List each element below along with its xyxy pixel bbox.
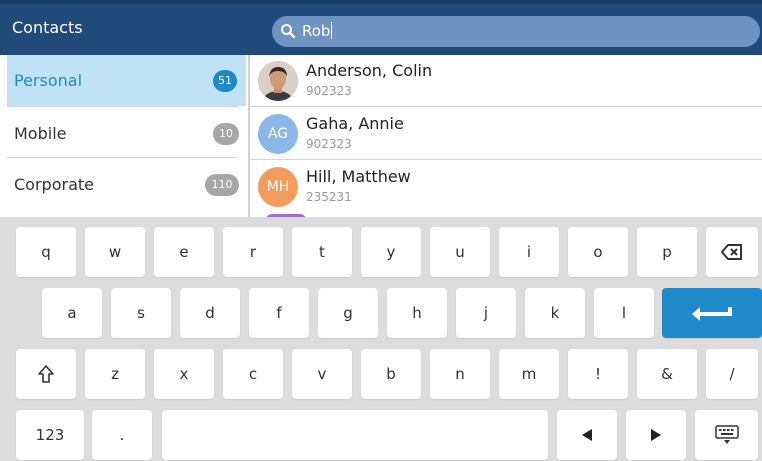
key-b[interactable]: b bbox=[361, 349, 421, 399]
divider bbox=[7, 157, 238, 158]
divider bbox=[250, 106, 762, 107]
shift-icon bbox=[38, 365, 54, 383]
cursor-left-key[interactable] bbox=[557, 410, 617, 460]
contact-number: 235231 bbox=[306, 190, 352, 204]
key-j[interactable]: j bbox=[456, 288, 516, 338]
avatar-initials: AG bbox=[258, 114, 298, 154]
search-icon bbox=[281, 24, 296, 39]
contact-name: Hill, Matthew bbox=[306, 167, 411, 186]
key-g[interactable]: g bbox=[318, 288, 378, 338]
key-n[interactable]: n bbox=[430, 349, 490, 399]
key-slash[interactable]: / bbox=[706, 349, 758, 399]
backspace-key[interactable] bbox=[706, 227, 758, 277]
key-k[interactable]: k bbox=[525, 288, 585, 338]
key-t[interactable]: t bbox=[292, 227, 352, 277]
key-i[interactable]: i bbox=[499, 227, 559, 277]
arrow-left-icon bbox=[582, 429, 592, 441]
arrow-right-icon bbox=[651, 429, 661, 441]
key-h[interactable]: h bbox=[387, 288, 447, 338]
key-d[interactable]: d bbox=[180, 288, 240, 338]
key-l[interactable]: l bbox=[594, 288, 654, 338]
keyboard-hide-icon bbox=[714, 425, 739, 444]
key-y[interactable]: y bbox=[361, 227, 421, 277]
category-label: Mobile bbox=[14, 124, 67, 143]
contact-row[interactable]: Anderson, Colin 902323 bbox=[250, 55, 762, 107]
key-x[interactable]: x bbox=[154, 349, 214, 399]
key-e[interactable]: e bbox=[154, 227, 214, 277]
key-c[interactable]: c bbox=[223, 349, 283, 399]
key-z[interactable]: z bbox=[85, 349, 145, 399]
category-personal[interactable]: Personal 51 bbox=[7, 55, 246, 106]
category-label: Corporate bbox=[14, 175, 94, 194]
contact-list: Anderson, Colin 902323 AG Gaha, Annie 90… bbox=[250, 55, 762, 217]
key-m[interactable]: m bbox=[499, 349, 559, 399]
key-p[interactable]: p bbox=[637, 227, 697, 277]
key-s[interactable]: s bbox=[111, 288, 171, 338]
key-v[interactable]: v bbox=[292, 349, 352, 399]
contact-number: 902323 bbox=[306, 84, 352, 98]
contact-name: Anderson, Colin bbox=[306, 61, 433, 80]
search-input[interactable]: Rob bbox=[302, 22, 333, 40]
person-photo-icon bbox=[258, 61, 298, 101]
key-a[interactable]: a bbox=[42, 288, 102, 338]
divider bbox=[250, 159, 762, 160]
header-bar: Contacts Rob bbox=[0, 0, 762, 55]
contact-number: 902323 bbox=[306, 137, 352, 151]
category-label: Personal bbox=[14, 71, 83, 90]
divider bbox=[7, 106, 238, 107]
page-title: Contacts bbox=[12, 18, 83, 37]
search-value: Rob bbox=[302, 22, 331, 40]
category-mobile[interactable]: Mobile 10 bbox=[7, 106, 246, 159]
category-corporate[interactable]: Corporate 110 bbox=[7, 157, 246, 210]
key-exclamation[interactable]: ! bbox=[568, 349, 628, 399]
count-badge: 110 bbox=[205, 174, 239, 196]
count-badge: 51 bbox=[213, 70, 237, 92]
numbers-key[interactable]: 123 bbox=[16, 410, 84, 460]
key-period[interactable]: . bbox=[92, 410, 152, 460]
key-o[interactable]: o bbox=[568, 227, 628, 277]
avatar-photo bbox=[258, 61, 298, 101]
cursor-right-key[interactable] bbox=[626, 410, 686, 460]
shift-key[interactable] bbox=[16, 349, 76, 399]
contact-name: Gaha, Annie bbox=[306, 114, 404, 133]
backspace-icon bbox=[721, 244, 742, 260]
key-u[interactable]: u bbox=[430, 227, 490, 277]
avatar-initials: MH bbox=[258, 167, 298, 207]
key-r[interactable]: r bbox=[223, 227, 283, 277]
key-ampersand[interactable]: & bbox=[637, 349, 697, 399]
contact-row[interactable]: MH Hill, Matthew 235231 bbox=[250, 161, 762, 213]
hide-keyboard-key[interactable] bbox=[695, 410, 758, 460]
space-key[interactable] bbox=[162, 410, 548, 460]
count-badge: 10 bbox=[213, 123, 239, 145]
key-q[interactable]: q bbox=[16, 227, 76, 277]
search-field[interactable]: Rob bbox=[272, 16, 760, 47]
on-screen-keyboard: q w e r t y u i o p a s d f g h j k l z … bbox=[0, 217, 762, 461]
enter-icon bbox=[692, 307, 732, 321]
key-f[interactable]: f bbox=[249, 288, 309, 338]
contact-row[interactable]: AG Gaha, Annie 902323 bbox=[250, 108, 762, 160]
text-caret bbox=[331, 22, 333, 39]
key-w[interactable]: w bbox=[85, 227, 145, 277]
category-list: Personal 51 Mobile 10 Corporate 110 bbox=[0, 55, 248, 217]
enter-key[interactable] bbox=[662, 288, 762, 338]
